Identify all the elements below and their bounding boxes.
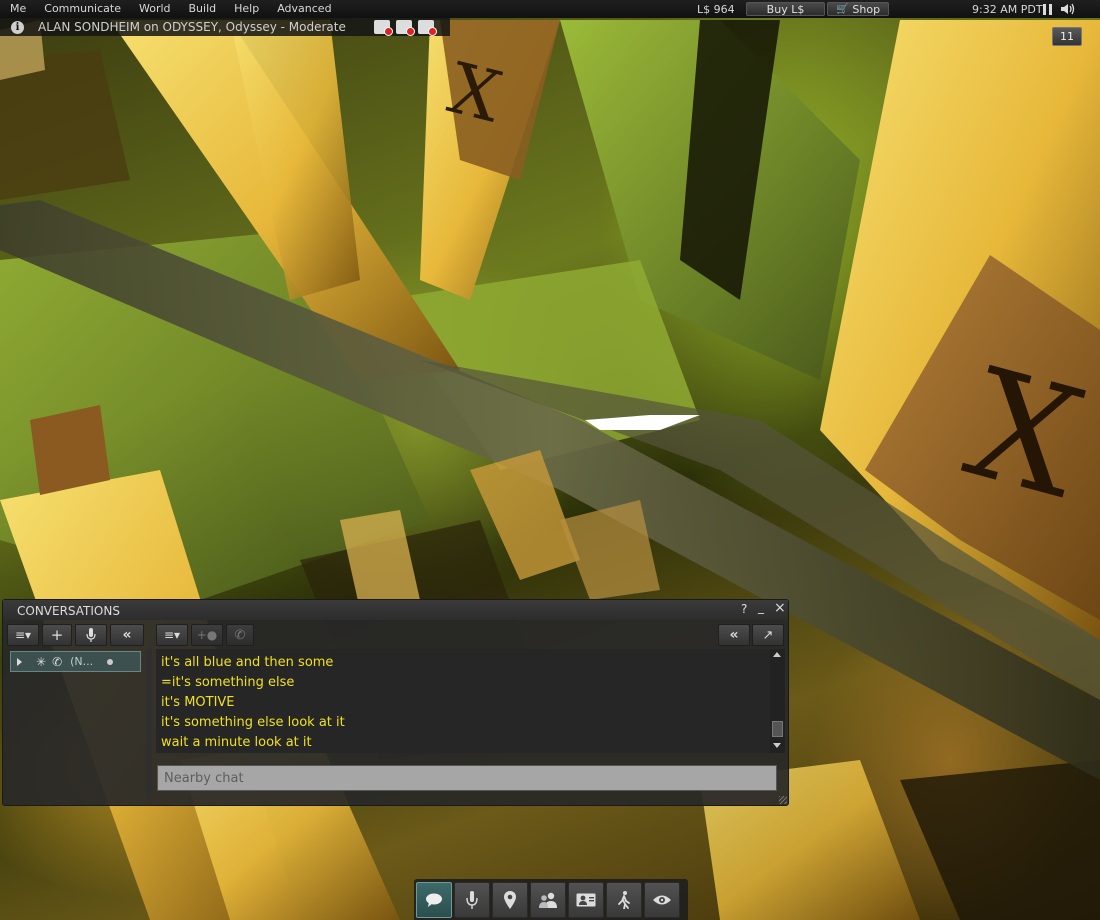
conversations-window: CONVERSATIONS ? _ × ≡▾ + « ≡▾ +● ✆ « ↗ ✳…	[2, 599, 789, 806]
chat-line: it's all blue and then some	[161, 655, 334, 670]
tear-off-button[interactable]: ↗	[752, 624, 784, 646]
menu-list-icon: ≡▾	[163, 628, 181, 642]
status-dot-icon	[107, 658, 114, 665]
voice-button[interactable]	[75, 624, 107, 646]
menu-world[interactable]: World	[129, 0, 179, 18]
chat-line: =it's something else	[161, 675, 295, 690]
balance-area: L$ 964	[697, 0, 735, 18]
toolbar-view-button[interactable]	[644, 882, 680, 918]
toolbar-profile-button[interactable]	[568, 882, 604, 918]
buy-currency-button[interactable]: Buy L$	[746, 2, 825, 16]
add-conversation-button[interactable]: +	[42, 624, 72, 646]
double-chevron-left-icon: «	[122, 627, 132, 643]
conversation-options-button[interactable]: ≡▾	[7, 624, 39, 646]
menu-advanced[interactable]: Advanced	[267, 0, 339, 18]
window-title: CONVERSATIONS	[17, 604, 120, 618]
no-scripts-icon[interactable]	[417, 20, 437, 36]
minimize-button[interactable]: _	[758, 600, 764, 614]
plus-icon: +	[50, 626, 64, 644]
profile-card-icon	[576, 893, 596, 907]
map-pin-icon	[504, 891, 516, 909]
add-person-icon: +●	[196, 628, 218, 642]
clock-area: 9:32 AM PDT	[972, 0, 1043, 18]
menu-communicate[interactable]: Communicate	[34, 0, 129, 18]
chat-line-partial: ~~~	[161, 649, 191, 653]
microphone-icon	[86, 628, 96, 642]
toolbar-move-button[interactable]	[606, 882, 642, 918]
menu-help[interactable]: Help	[224, 0, 267, 18]
menu-build[interactable]: Build	[179, 0, 225, 18]
cart-icon: 🛒	[835, 3, 849, 15]
chat-line: it's something else look at it	[161, 715, 345, 730]
no-build-icon[interactable]	[395, 20, 415, 36]
shop-area: 🛒 Shop	[827, 0, 889, 18]
volume-icon[interactable]	[1060, 2, 1076, 16]
toolbar-places-button[interactable]	[492, 882, 528, 918]
double-chevron-left-icon: «	[729, 627, 739, 643]
collapse-list-button[interactable]: «	[110, 624, 144, 646]
conversations-titlebar[interactable]: CONVERSATIONS ? _ ×	[3, 600, 788, 620]
menu-me[interactable]: Me	[0, 0, 34, 18]
conversation-item-nearby[interactable]: ✳ ✆ (N...	[10, 651, 141, 672]
pause-media-icon[interactable]	[1043, 3, 1052, 15]
help-button[interactable]: ?	[741, 602, 747, 616]
conversation-list: ✳ ✆ (N...	[7, 649, 145, 799]
nearby-chat-icon: ✳	[36, 654, 47, 669]
media-area	[1043, 0, 1076, 18]
chat-line: it's MOTIVE	[161, 695, 235, 710]
no-voice-icon[interactable]	[373, 20, 393, 36]
menu-list-icon: ≡▾	[14, 628, 32, 642]
panel-divider[interactable]	[146, 649, 152, 799]
top-menu-bar: Me Communicate World Build Help Advanced…	[0, 0, 1100, 18]
eye-icon	[653, 895, 671, 905]
buy-area: Buy L$	[746, 0, 825, 18]
scroll-thumb[interactable]	[772, 721, 783, 737]
voice-status-icon: ✆	[52, 654, 63, 669]
shop-label: Shop	[852, 2, 881, 16]
microphone-icon	[466, 891, 478, 909]
chat-scrollbar[interactable]	[770, 649, 785, 753]
walking-person-icon	[618, 891, 630, 909]
conversation-tab-label: (N...	[70, 655, 94, 668]
arrow-up-right-icon: ↗	[762, 627, 774, 643]
scroll-down-icon[interactable]	[773, 743, 781, 748]
chat-line: wait a minute look at it	[161, 735, 312, 750]
shop-button[interactable]: 🛒 Shop	[827, 2, 889, 16]
collapse-messages-button[interactable]: «	[718, 624, 750, 646]
chat-options-button[interactable]: ≡▾	[156, 624, 188, 646]
toolbar-speak-button[interactable]	[454, 882, 490, 918]
call-button[interactable]: ✆	[226, 624, 254, 646]
bottom-toolbar	[414, 879, 688, 920]
nearby-chat-input[interactable]	[157, 765, 777, 791]
toolbar-chat-button[interactable]	[416, 882, 452, 918]
location-bar: i ALAN SONDHEIM on ODYSSEY, Odyssey - Mo…	[0, 18, 450, 36]
info-icon[interactable]: i	[11, 20, 24, 34]
phone-icon: ✆	[234, 627, 246, 643]
chat-history[interactable]: ~~~ it's all blue and then some =it's so…	[156, 649, 770, 753]
notification-counter[interactable]: 11	[1052, 27, 1082, 46]
linden-balance[interactable]: L$ 964	[697, 3, 735, 16]
clock: 9:32 AM PDT	[972, 2, 1043, 16]
add-participant-button[interactable]: +●	[191, 624, 223, 646]
scroll-up-icon[interactable]	[773, 652, 781, 657]
close-button[interactable]: ×	[774, 600, 786, 616]
toolbar-people-button[interactable]	[530, 882, 566, 918]
people-icon	[539, 892, 557, 908]
expand-arrow-icon[interactable]	[17, 657, 22, 666]
chat-bubble-icon	[426, 893, 442, 907]
location-text[interactable]: ALAN SONDHEIM on ODYSSEY, Odyssey - Mode…	[38, 20, 346, 34]
resize-grip-icon[interactable]	[779, 796, 787, 804]
